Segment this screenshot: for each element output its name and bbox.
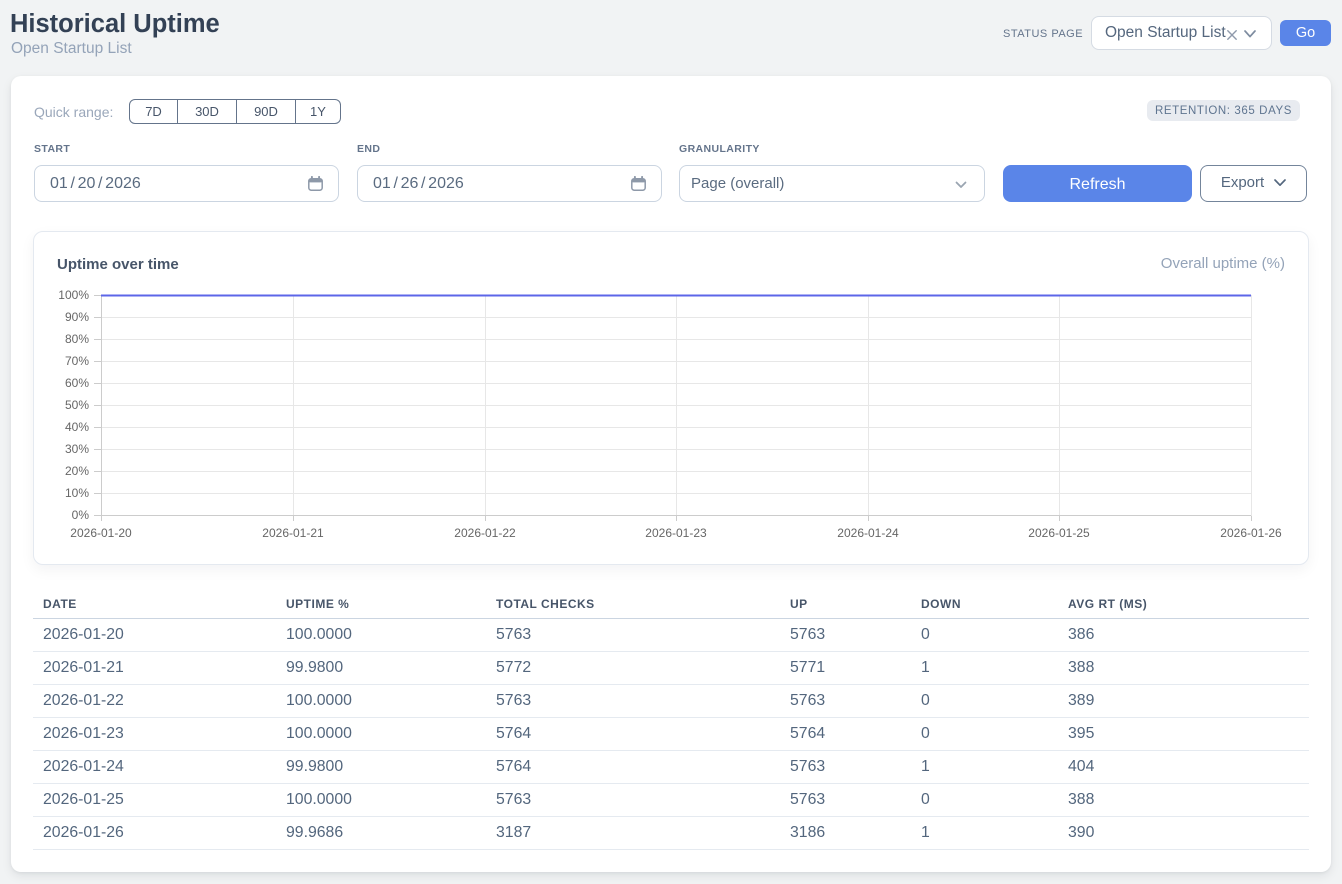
svg-text:90%: 90% (65, 310, 89, 324)
svg-text:60%: 60% (65, 376, 89, 390)
svg-text:2026-01-26: 2026-01-26 (1220, 526, 1282, 540)
svg-text:70%: 70% (65, 354, 89, 368)
svg-text:2026-01-23: 2026-01-23 (645, 526, 707, 540)
svg-text:2026-01-20: 2026-01-20 (70, 526, 132, 540)
svg-text:100%: 100% (58, 288, 89, 302)
svg-text:50%: 50% (65, 398, 89, 412)
svg-text:10%: 10% (65, 486, 89, 500)
svg-text:40%: 40% (65, 420, 89, 434)
svg-text:2026-01-22: 2026-01-22 (454, 526, 516, 540)
svg-text:2026-01-25: 2026-01-25 (1028, 526, 1090, 540)
svg-text:30%: 30% (65, 442, 89, 456)
svg-text:20%: 20% (65, 464, 89, 478)
svg-text:0%: 0% (72, 508, 90, 522)
svg-text:2026-01-24: 2026-01-24 (837, 526, 899, 540)
svg-text:2026-01-21: 2026-01-21 (262, 526, 324, 540)
svg-text:80%: 80% (65, 332, 89, 346)
